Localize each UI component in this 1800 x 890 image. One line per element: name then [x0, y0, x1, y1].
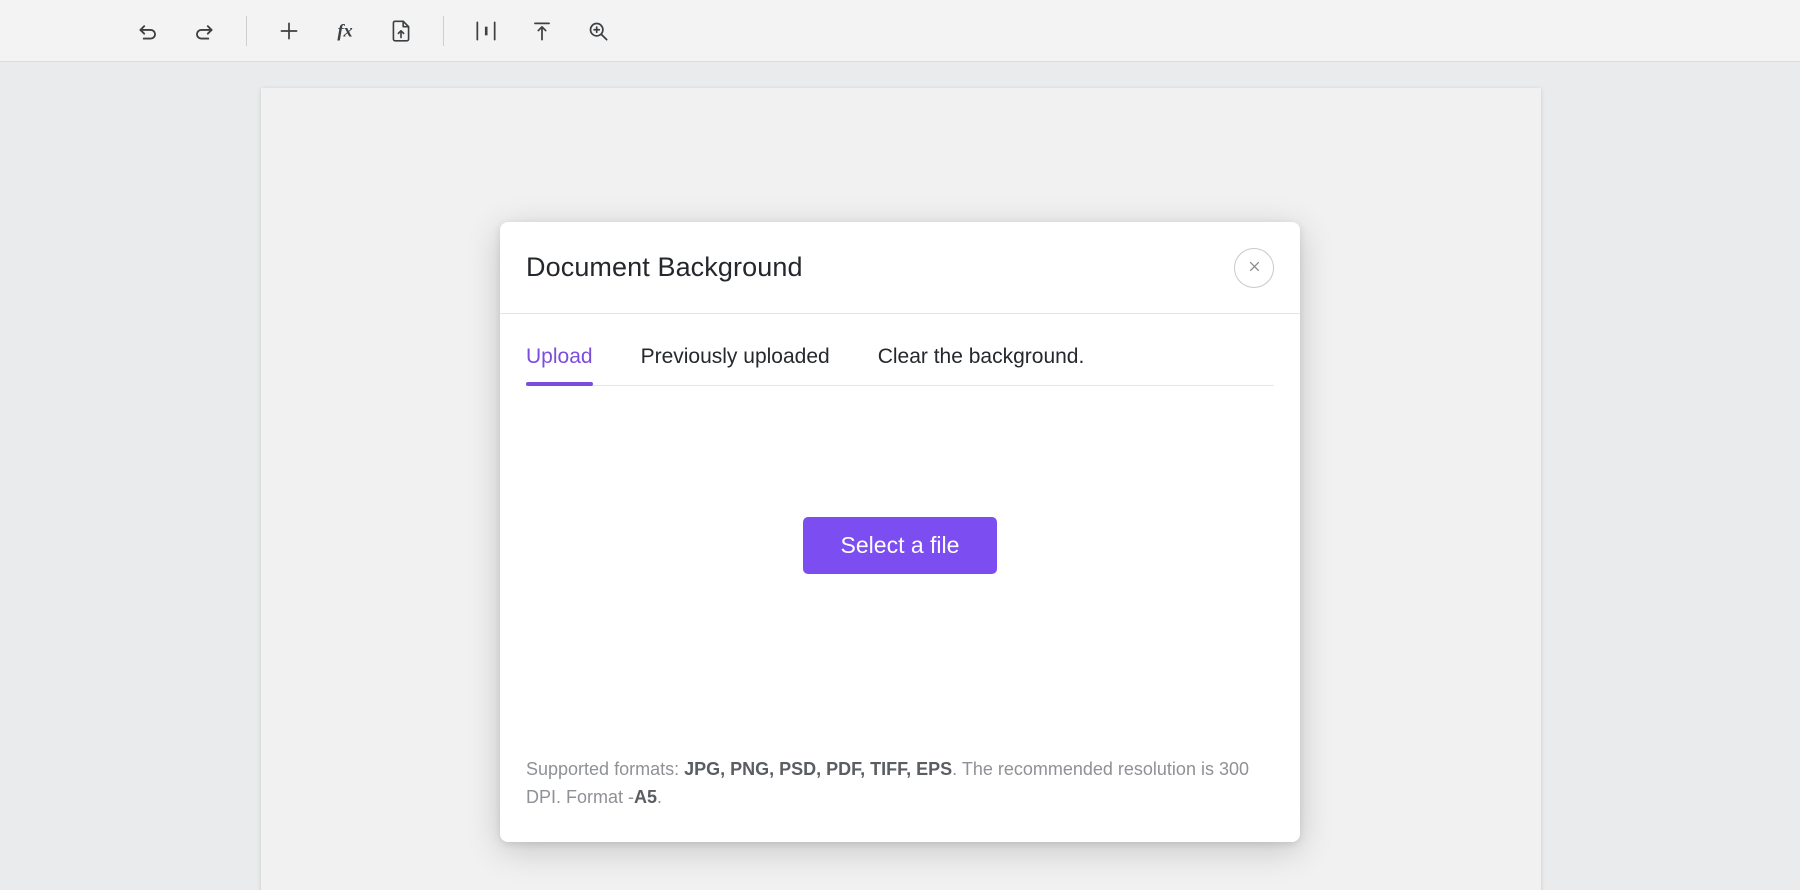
workspace: Document Background Upload Previously up…: [0, 62, 1800, 890]
toolbar: fx: [0, 0, 1800, 62]
toolbar-separator-1: [246, 15, 247, 46]
dialog-tabs-container: Upload Previously uploaded Clear the bac…: [500, 314, 1300, 386]
close-dialog-button[interactable]: [1234, 247, 1274, 288]
footer-prefix: Supported formats:: [526, 759, 685, 780]
select-file-button[interactable]: Select a file: [802, 516, 998, 574]
file-upload-button[interactable]: [373, 8, 429, 54]
file-upload-icon: [388, 18, 414, 44]
add-icon: [276, 18, 302, 44]
redo-icon: [191, 18, 217, 44]
tab-previously-uploaded[interactable]: Previously uploaded: [641, 345, 830, 385]
footer-suffix: .: [657, 787, 663, 808]
dialog-tabs: Upload Previously uploaded Clear the bac…: [526, 314, 1274, 386]
distribute-horizontal-icon: [473, 18, 499, 44]
add-button[interactable]: [261, 8, 317, 54]
tab-clear-the-background[interactable]: Clear the background.: [878, 345, 1085, 385]
zoom-in-button[interactable]: [570, 8, 626, 54]
tab-upload[interactable]: Upload: [526, 345, 593, 386]
supported-formats-note: Supported formats: JPG, PNG, PSD, PDF, T…: [500, 756, 1300, 842]
function-button[interactable]: fx: [317, 8, 373, 54]
redo-button[interactable]: [176, 8, 232, 54]
function-icon: fx: [332, 18, 358, 44]
undo-button[interactable]: [120, 8, 176, 54]
align-top-icon: [529, 18, 555, 44]
undo-icon: [135, 18, 161, 44]
distribute-horizontal-button[interactable]: [458, 8, 514, 54]
footer-format-size: A5: [634, 787, 658, 808]
document-background-dialog: Document Background Upload Previously up…: [500, 222, 1300, 842]
dialog-header: Document Background: [500, 222, 1300, 314]
dialog-title: Document Background: [526, 252, 803, 282]
dialog-body: Select a file: [500, 386, 1300, 756]
zoom-in-icon: [585, 18, 611, 44]
svg-text:fx: fx: [337, 20, 352, 40]
align-top-button[interactable]: [514, 8, 570, 54]
close-icon: [1246, 258, 1263, 278]
toolbar-separator-2: [443, 15, 444, 46]
app-root: fx Document Background Upload Previously…: [0, 0, 1800, 890]
footer-formats: JPG, PNG, PSD, PDF, TIFF, EPS: [684, 759, 953, 780]
